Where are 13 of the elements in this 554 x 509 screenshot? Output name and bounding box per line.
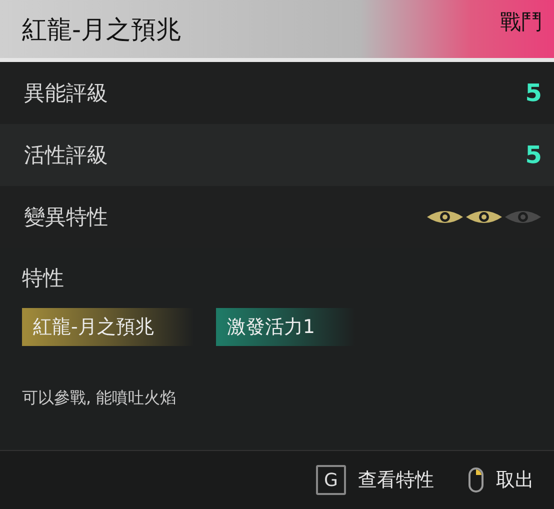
stat-label: 活性評級 [24,142,108,169]
section-heading: 特性 [22,265,64,292]
stat-value: 5 [525,141,542,169]
window-title: 紅龍-月之預兆 [22,14,182,46]
mouse-icon [468,467,484,493]
action-label[interactable]: 取出 [496,467,534,493]
category-label: 戰鬥 [500,9,542,36]
stat-value: 5 [525,79,542,107]
stat-label: 變異特性 [24,204,108,231]
description-text: 可以參戰, 能噴吐火焰 [22,388,176,409]
action-label[interactable]: 查看特性 [358,467,434,493]
key-hint: G [316,465,346,495]
stat-label: 異能評級 [24,80,108,107]
